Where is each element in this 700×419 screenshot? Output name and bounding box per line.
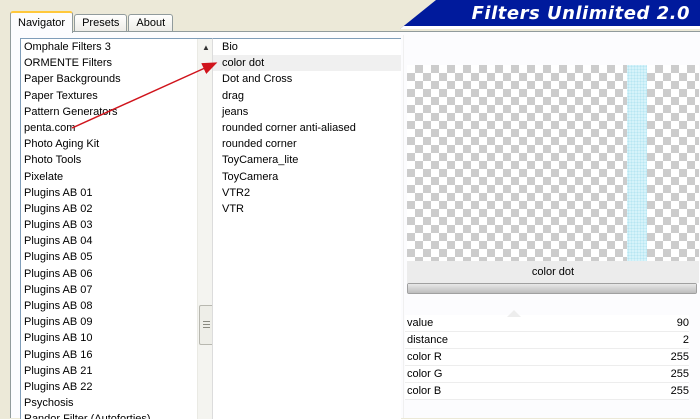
tab-bar: Navigator Presets About (10, 11, 174, 33)
scroll-thumb[interactable] (199, 305, 213, 345)
category-item[interactable]: Plugins AB 01 (21, 185, 213, 201)
category-item[interactable]: Photo Tools (21, 152, 213, 168)
filter-item[interactable]: drag (213, 88, 401, 104)
param-value[interactable]: 255 (671, 383, 689, 399)
filter-item[interactable]: rounded corner (213, 136, 401, 152)
category-item[interactable]: Plugins AB 02 (21, 201, 213, 217)
param-label: color G (407, 368, 443, 380)
category-item[interactable]: Plugins AB 06 (21, 266, 213, 282)
preview-area (407, 65, 699, 267)
filter-item[interactable]: ToyCamera (213, 169, 401, 185)
param-row[interactable]: color G 255 (405, 366, 689, 383)
category-items: Omphale Filters 3 ORMENTE Filters Paper Ba… (21, 39, 213, 419)
filter-item[interactable]: color dot (213, 55, 401, 72)
param-row[interactable]: color R 255 (405, 349, 689, 366)
tab-about[interactable]: About (128, 14, 174, 32)
filter-item[interactable]: VTR2 (213, 185, 401, 201)
category-item[interactable]: Photo Aging Kit (21, 136, 213, 152)
category-item[interactable]: Omphale Filters 3 (21, 39, 213, 55)
logo-text: Filters Unlimited 2.0 (471, 3, 690, 24)
progress-fill (408, 284, 696, 293)
filter-list[interactable]: Bio color dot Dot and Cross drag jeans rounde… (212, 38, 401, 419)
category-item[interactable]: Plugins AB 21 (21, 363, 213, 379)
param-row[interactable]: color B 255 (405, 383, 689, 400)
category-item[interactable]: Pattern Generators (21, 104, 213, 120)
param-row[interactable]: distance 2 (405, 332, 689, 349)
filter-item[interactable]: rounded corner anti-aliased (213, 120, 401, 136)
grip-line (203, 327, 210, 328)
filter-item[interactable]: VTR (213, 201, 401, 217)
param-label: color R (407, 351, 442, 363)
category-item[interactable]: Plugins AB 05 (21, 249, 213, 265)
filter-items: Bio color dot Dot and Cross drag jeans rounde… (213, 39, 401, 217)
param-label: value (407, 317, 434, 329)
filter-name-label: color dot (407, 261, 699, 283)
panel-divider (403, 35, 404, 418)
category-item[interactable]: Psychosis (21, 395, 213, 411)
category-item[interactable]: Plugins AB 04 (21, 233, 213, 249)
preview-stripe (627, 65, 647, 267)
category-item[interactable]: Paper Backgrounds (21, 71, 213, 87)
slider-marker-icon (507, 310, 521, 317)
param-value[interactable]: 255 (671, 349, 689, 365)
preview-checkerboard (407, 65, 699, 267)
category-item[interactable]: Plugins AB 07 (21, 282, 213, 298)
category-item[interactable]: Plugins AB 03 (21, 217, 213, 233)
param-label: distance (407, 334, 448, 346)
param-value[interactable]: 90 (677, 315, 689, 331)
tab-navigator[interactable]: Navigator (10, 11, 74, 33)
scroll-up-icon[interactable]: ▲ (198, 39, 213, 55)
category-item[interactable]: Paper Textures (21, 88, 213, 104)
param-row[interactable]: value 90 (405, 310, 689, 332)
category-item[interactable]: Plugins AB 09 (21, 314, 213, 330)
param-value[interactable]: 2 (683, 332, 689, 348)
category-item[interactable]: Plugins AB 16 (21, 347, 213, 363)
category-scrollbar[interactable]: ▲ (197, 39, 213, 419)
category-item[interactable]: ORMENTE Filters (21, 55, 213, 71)
parameter-list: value 90 distance 2 color R 255 color G 255 colo… (405, 310, 689, 400)
filter-item[interactable]: Dot and Cross (213, 71, 401, 87)
navigator-panel: Omphale Filters 3 ORMENTE Filters Paper Ba… (10, 31, 700, 419)
grip-line (203, 324, 210, 325)
filter-item[interactable]: jeans (213, 104, 401, 120)
category-item[interactable]: Plugins AB 22 (21, 379, 213, 395)
category-item[interactable]: Plugins AB 10 (21, 330, 213, 346)
category-list[interactable]: Omphale Filters 3 ORMENTE Filters Paper Ba… (20, 38, 213, 419)
progress-bar (407, 283, 697, 294)
category-item[interactable]: Pixelate (21, 169, 213, 185)
app-logo: Filters Unlimited 2.0 (400, 0, 700, 29)
filter-item[interactable]: Bio (213, 39, 401, 55)
category-item[interactable]: Randor Filter (Autoforties) (21, 411, 213, 419)
grip-line (203, 321, 210, 322)
filter-item[interactable]: ToyCamera_lite (213, 152, 401, 168)
param-value[interactable]: 255 (671, 366, 689, 382)
category-item[interactable]: Plugins AB 08 (21, 298, 213, 314)
param-label: color B (407, 385, 442, 397)
category-item[interactable]: penta.com (21, 120, 213, 136)
tab-presets[interactable]: Presets (74, 14, 128, 32)
